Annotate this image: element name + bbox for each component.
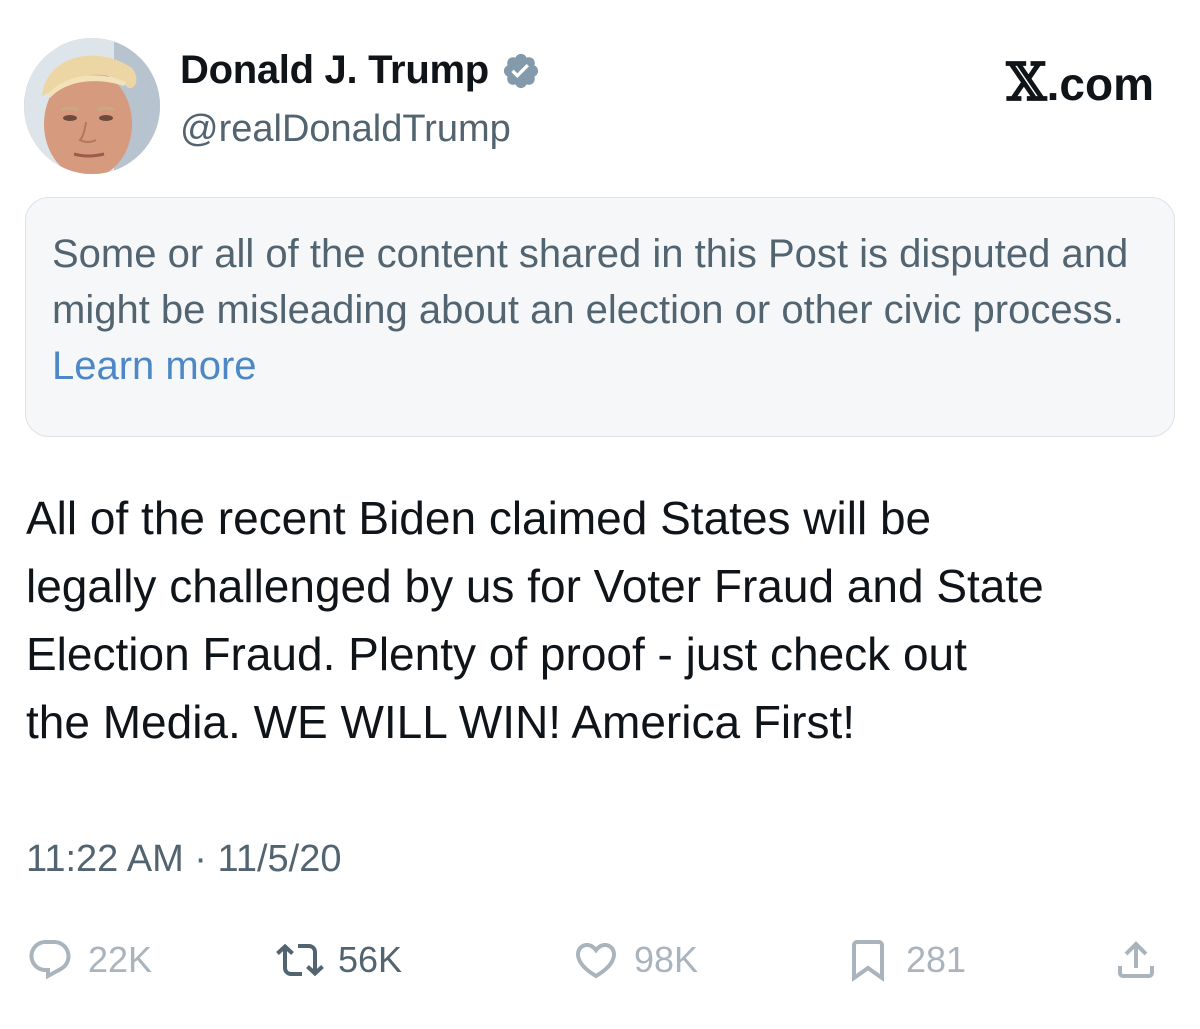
repost-count: 56K [338,939,403,980]
post-body: All of the recent Biden claimed States w… [26,484,1176,756]
bookmark-button[interactable]: 281 [844,932,966,988]
post-text-line: legally challenged by us for Voter Fraud… [26,560,1044,612]
like-count: 98K [634,939,699,980]
brand-suffix: .com [1046,58,1154,110]
author-avatar[interactable] [24,38,160,174]
action-bar: 22K 56K 98K 281 [26,932,1176,988]
misleading-info-notice: Some or all of the content shared in thi… [25,197,1175,437]
avatar-portrait [24,38,160,174]
heart-icon [575,943,617,979]
post-date: 11/5/20 [217,838,342,880]
post-text-line: the Media. WE WILL WIN! America First! [26,696,856,748]
reply-button[interactable]: 22K [26,932,152,988]
post-text-line: All of the recent Biden claimed States w… [26,492,932,544]
meta-separator: · [194,838,207,880]
reply-count: 22K [88,939,153,980]
repost-button[interactable]: 56K [276,932,402,988]
author-name-row: Donald J. Trump [180,48,541,93]
author-handle[interactable]: @realDonaldTrump [180,108,511,151]
post-time: 11:22 AM [26,838,184,880]
post-text-line: Election Fraud. Plenty of proof - just c… [26,628,967,680]
verified-badge-icon[interactable] [501,51,541,91]
post-timestamp[interactable]: 11:22 AM · 11/5/20 [26,838,341,881]
notice-text: Some or all of the content shared in thi… [52,232,1129,332]
repost-icon [276,943,324,977]
like-button[interactable]: 98K [572,932,698,988]
reply-icon [29,940,71,980]
brand-logo: 𝕏 .com [1006,52,1154,113]
bookmark-icon [852,940,884,982]
x-logo-icon: 𝕏 [1006,52,1047,113]
learn-more-link[interactable]: Learn more [52,344,257,388]
post-card: Donald J. Trump @realDonaldTrump 𝕏 .com S… [0,0,1200,1029]
share-button[interactable] [1112,932,1160,988]
share-icon [1118,941,1154,978]
bookmark-count: 281 [906,939,967,980]
author-display-name[interactable]: Donald J. Trump [180,48,489,93]
